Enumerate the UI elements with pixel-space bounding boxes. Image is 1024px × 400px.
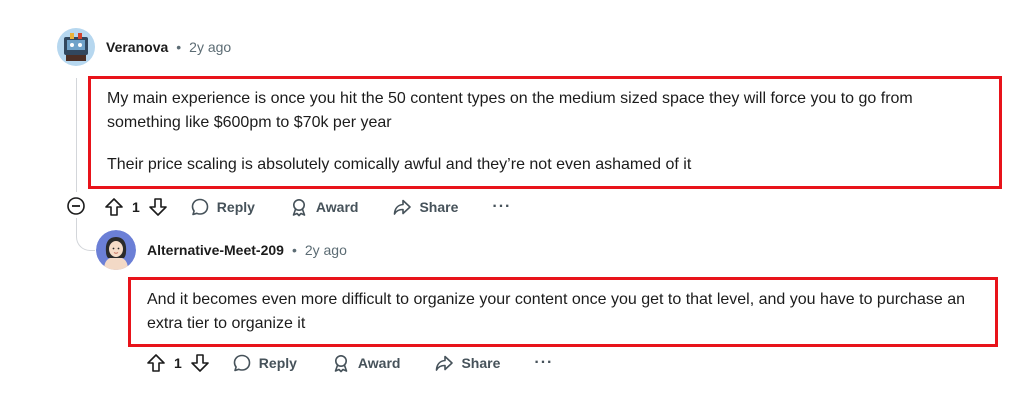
more-options-button[interactable]: ··· <box>534 354 553 372</box>
share-label: Share <box>461 355 501 371</box>
avatar[interactable] <box>96 230 136 270</box>
comment-thread: Veranova • 2y ago My main experience is … <box>0 0 1024 400</box>
upvote-button[interactable] <box>104 197 124 217</box>
downvote-icon <box>148 198 167 216</box>
comment-body: And it becomes even more difficult to or… <box>128 277 998 347</box>
comment-actions: 1 Reply Award Share ··· <box>146 350 553 376</box>
share-arrow-icon <box>394 199 412 215</box>
comment-paragraph: Their price scaling is absolutely comica… <box>107 156 692 173</box>
upvote-icon <box>105 198 123 216</box>
avatar[interactable] <box>56 27 96 67</box>
speech-bubble-icon <box>233 354 251 372</box>
comment-paragraph: And it becomes even more difficult to or… <box>147 291 965 332</box>
reply-label: Reply <box>216 199 255 215</box>
share-button[interactable]: Share <box>434 353 500 373</box>
share-arrow-icon <box>436 355 454 371</box>
reply-label: Reply <box>258 355 297 371</box>
share-button[interactable]: Share <box>392 197 458 217</box>
vote-count: 1 <box>132 199 140 215</box>
upvote-icon <box>147 354 165 372</box>
collapse-button[interactable] <box>66 196 86 216</box>
thread-connector <box>76 218 95 251</box>
timestamp[interactable]: 2y ago <box>305 242 347 258</box>
more-options-icon: ··· <box>534 354 554 371</box>
award-label: Award <box>357 355 401 371</box>
speech-bubble-icon <box>191 198 209 216</box>
downvote-icon <box>190 354 209 372</box>
vote-count: 1 <box>174 355 182 371</box>
separator-dot: • <box>176 39 182 55</box>
comment-meta: Veranova • 2y ago <box>106 39 231 55</box>
award-ribbon-icon <box>292 199 306 217</box>
username[interactable]: Veranova <box>106 39 168 55</box>
reply-button[interactable]: Reply <box>190 197 255 217</box>
comment-actions: 1 Reply Award Share ··· <box>104 194 511 220</box>
upvote-button[interactable] <box>146 353 166 373</box>
award-button[interactable]: Award <box>331 353 401 373</box>
award-button[interactable]: Award <box>289 197 359 217</box>
separator-dot: • <box>291 242 297 258</box>
downvote-button[interactable] <box>190 353 210 373</box>
vote-group: 1 <box>104 197 168 217</box>
comment-body: My main experience is once you hit the 5… <box>88 76 1002 189</box>
award-ribbon-icon <box>334 355 348 373</box>
username[interactable]: Alternative-Meet-209 <box>147 242 284 258</box>
vote-group: 1 <box>146 353 210 373</box>
share-label: Share <box>419 199 459 215</box>
collapse-minus-icon <box>67 197 85 215</box>
more-options-button[interactable]: ··· <box>492 198 511 216</box>
downvote-button[interactable] <box>148 197 168 217</box>
timestamp[interactable]: 2y ago <box>189 39 231 55</box>
thread-line <box>76 78 77 192</box>
comment-paragraph: My main experience is once you hit the 5… <box>107 90 913 131</box>
comment-meta: Alternative-Meet-209 • 2y ago <box>147 242 347 258</box>
reply-button[interactable]: Reply <box>232 353 297 373</box>
more-options-icon: ··· <box>492 198 512 215</box>
award-label: Award <box>315 199 359 215</box>
